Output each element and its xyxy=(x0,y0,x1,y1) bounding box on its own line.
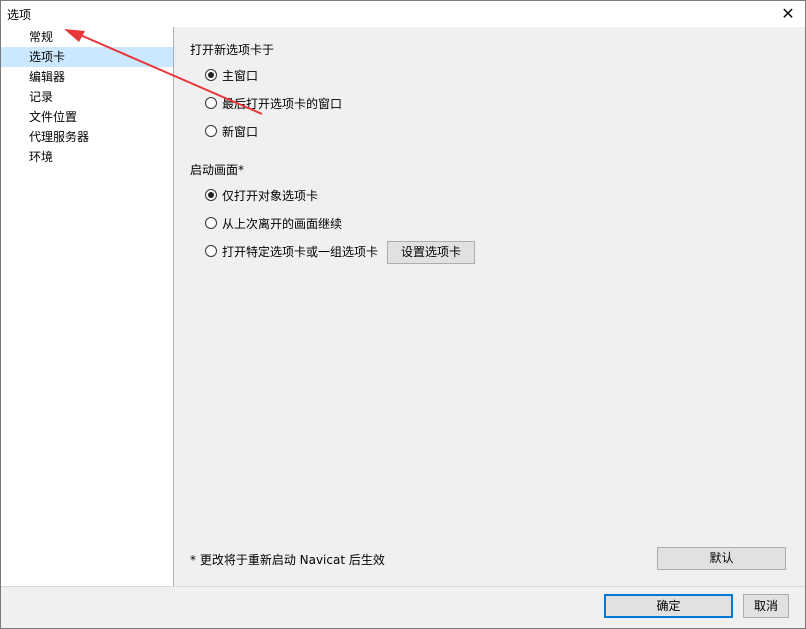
radio-button[interactable] xyxy=(205,189,217,201)
sidebar-item-label: 记录 xyxy=(29,90,54,104)
radio-label: 打开特定选项卡或一组选项卡 xyxy=(222,245,379,259)
sidebar-item-label: 文件位置 xyxy=(29,110,78,124)
radio-label: 从上次离开的画面继续 xyxy=(222,217,343,231)
radio-button[interactable] xyxy=(205,97,217,109)
radio-label: 仅打开对象选项卡 xyxy=(222,189,319,203)
radio-label: 最后打开选项卡的窗口 xyxy=(222,97,343,111)
sidebar-item-file-location[interactable]: 文件位置 xyxy=(1,107,173,127)
sidebar-item-proxy[interactable]: 代理服务器 xyxy=(1,127,173,147)
options-dialog: 选项 ✕ 常规 选项卡 编辑器 记录 文件位置 代理服务器 环境 打开新选项卡于… xyxy=(0,0,806,629)
radio-button[interactable] xyxy=(205,245,217,257)
close-icon[interactable]: ✕ xyxy=(777,3,799,25)
set-tabs-button[interactable]: 设置选项卡 xyxy=(387,241,475,264)
open-new-tab-heading: 打开新选项卡于 xyxy=(190,43,275,57)
sidebar-item-general[interactable]: 常规 xyxy=(1,27,173,47)
sidebar-item-environment[interactable]: 环境 xyxy=(1,147,173,167)
restart-note: * 更改将于重新启动 Navicat 后生效 xyxy=(190,553,385,567)
sidebar-item-tabs[interactable]: 选项卡 xyxy=(1,47,173,67)
sidebar-item-label: 常规 xyxy=(29,30,54,44)
sidebar-item-editor[interactable]: 编辑器 xyxy=(1,67,173,87)
startup-heading: 启动画面* xyxy=(190,163,245,177)
default-button[interactable]: 默认 xyxy=(657,547,786,570)
radio-button[interactable] xyxy=(205,125,217,137)
radio-button[interactable] xyxy=(205,69,217,81)
radio-button[interactable] xyxy=(205,217,217,229)
window-title: 选项 xyxy=(7,8,32,22)
sidebar-item-label: 编辑器 xyxy=(29,70,66,84)
sidebar-item-records[interactable]: 记录 xyxy=(1,87,173,107)
sidebar-item-label: 选项卡 xyxy=(29,50,66,64)
footer-divider xyxy=(1,586,805,587)
cancel-button[interactable]: 取消 xyxy=(743,594,789,618)
ok-button[interactable]: 确定 xyxy=(604,594,733,618)
sidebar-item-label: 环境 xyxy=(29,150,54,164)
title-bar: 选项 ✕ xyxy=(1,1,805,27)
sidebar-item-label: 代理服务器 xyxy=(29,130,90,144)
radio-label: 主窗口 xyxy=(222,69,259,83)
sidebar: 常规 选项卡 编辑器 记录 文件位置 代理服务器 环境 xyxy=(1,27,174,586)
radio-label: 新窗口 xyxy=(222,125,259,139)
